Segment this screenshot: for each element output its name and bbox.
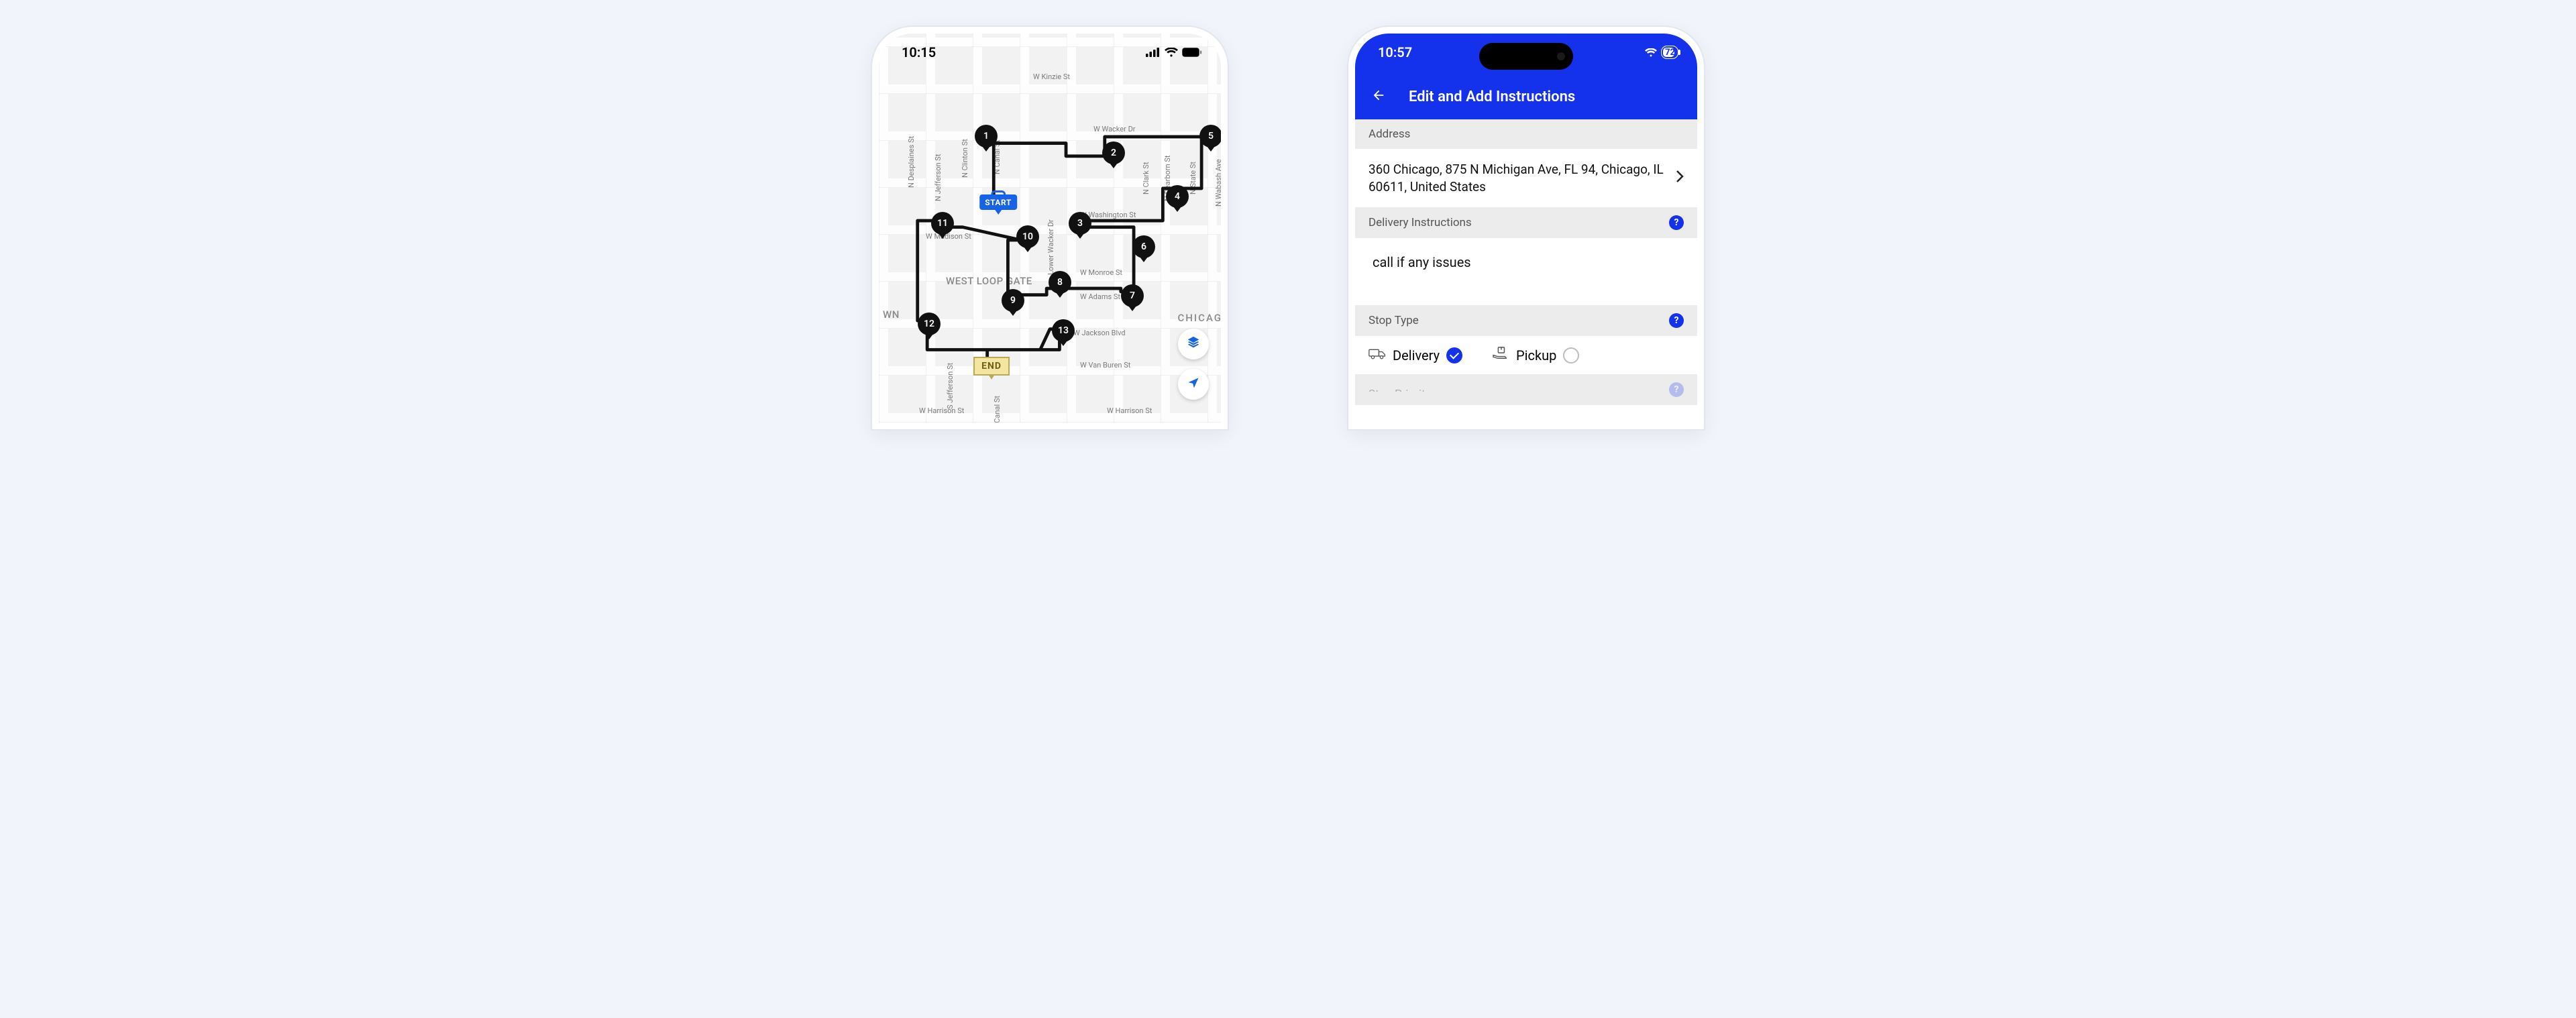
phone-map-route: 10:15 WEST LOOP GATE PRINTER'S R CHICAG … xyxy=(872,27,1228,429)
dynamic-island xyxy=(1479,43,1573,70)
back-button[interactable] xyxy=(1368,87,1389,107)
neighborhood-printers: PRINTER'S R xyxy=(1110,426,1171,429)
section-label: Delivery Instructions xyxy=(1368,216,1472,229)
radio-checked-icon xyxy=(1446,347,1462,363)
help-icon[interactable]: ? xyxy=(1669,313,1684,328)
route-pin-7[interactable]: 7 xyxy=(1121,284,1144,307)
section-header-priority: Stop Priority ? xyxy=(1355,374,1697,405)
route-pin-4[interactable]: 4 xyxy=(1166,185,1189,208)
wifi-icon xyxy=(1165,44,1178,60)
section-header-instructions: Delivery Instructions ? xyxy=(1355,207,1697,238)
end-marker[interactable]: END xyxy=(973,357,1010,376)
location-arrow-icon xyxy=(1187,376,1200,392)
route-pin-3[interactable]: 3 xyxy=(1069,212,1091,235)
route-pin-8[interactable]: 8 xyxy=(1049,271,1071,294)
battery-percent: 72 xyxy=(1665,48,1675,58)
cellular-signal-icon xyxy=(1146,44,1161,60)
start-marker[interactable]: START xyxy=(979,190,1017,215)
map-layers-button[interactable] xyxy=(1178,329,1209,359)
section-label: Stop Priority xyxy=(1368,388,1431,392)
stop-type-pickup[interactable]: Pickup xyxy=(1492,347,1579,363)
section-label: Stop Type xyxy=(1368,314,1419,327)
stop-type-delivery[interactable]: Delivery xyxy=(1368,347,1462,363)
route-pin-1[interactable]: 1 xyxy=(975,125,998,148)
route-pin-12[interactable]: 12 xyxy=(918,313,941,335)
route-pin-10[interactable]: 10 xyxy=(1016,225,1039,248)
section-label: Address xyxy=(1368,127,1410,141)
address-row[interactable]: 360 Chicago, 875 N Michigan Ave, FL 94, … xyxy=(1355,149,1697,207)
section-header-address: Address xyxy=(1355,119,1697,149)
start-label: START xyxy=(979,194,1017,210)
route-pin-5[interactable]: 5 xyxy=(1199,125,1222,148)
wifi-icon xyxy=(1645,44,1657,60)
instructions-input[interactable]: call if any issues xyxy=(1355,238,1697,305)
address-value: 360 Chicago, 875 N Michigan Ave, FL 94, … xyxy=(1368,161,1666,195)
map-canvas[interactable]: WEST LOOP GATE PRINTER'S R CHICAG WN W K… xyxy=(879,34,1221,422)
route-pin-2[interactable]: 2 xyxy=(1102,142,1125,164)
status-time: 10:15 xyxy=(902,44,936,60)
layers-icon xyxy=(1186,335,1201,353)
screen-title: Edit and Add Instructions xyxy=(1409,89,1697,105)
route-pin-6[interactable]: 6 xyxy=(1132,235,1155,258)
map-locate-button[interactable] xyxy=(1178,369,1209,400)
truck-icon xyxy=(1368,347,1386,363)
status-right xyxy=(1146,44,1202,60)
status-time: 10:57 xyxy=(1378,44,1412,60)
option-label: Delivery xyxy=(1393,347,1440,363)
option-label: Pickup xyxy=(1516,347,1556,363)
hand-box-icon xyxy=(1492,347,1509,363)
section-header-stoptype: Stop Type ? xyxy=(1355,305,1697,336)
status-bar: 10:15 xyxy=(879,34,1221,71)
route-pin-9[interactable]: 9 xyxy=(1002,289,1024,312)
status-right: 72 xyxy=(1645,44,1678,60)
arrow-left-icon xyxy=(1371,88,1386,105)
phone-edit-instructions: 10:57 72 Edit and Add Instructions A xyxy=(1348,27,1704,429)
help-icon[interactable]: ? xyxy=(1669,382,1684,397)
chevron-right-icon xyxy=(1676,170,1684,186)
battery-icon: 72 xyxy=(1661,46,1678,59)
route-pin-11[interactable]: 11 xyxy=(931,212,954,235)
radio-unchecked-icon xyxy=(1563,347,1579,363)
route-pin-13[interactable]: 13 xyxy=(1052,319,1075,342)
stop-type-row: Delivery Pickup xyxy=(1355,336,1697,374)
battery-icon xyxy=(1182,44,1202,60)
route-polyline xyxy=(879,34,1221,429)
help-icon[interactable]: ? xyxy=(1669,215,1684,230)
